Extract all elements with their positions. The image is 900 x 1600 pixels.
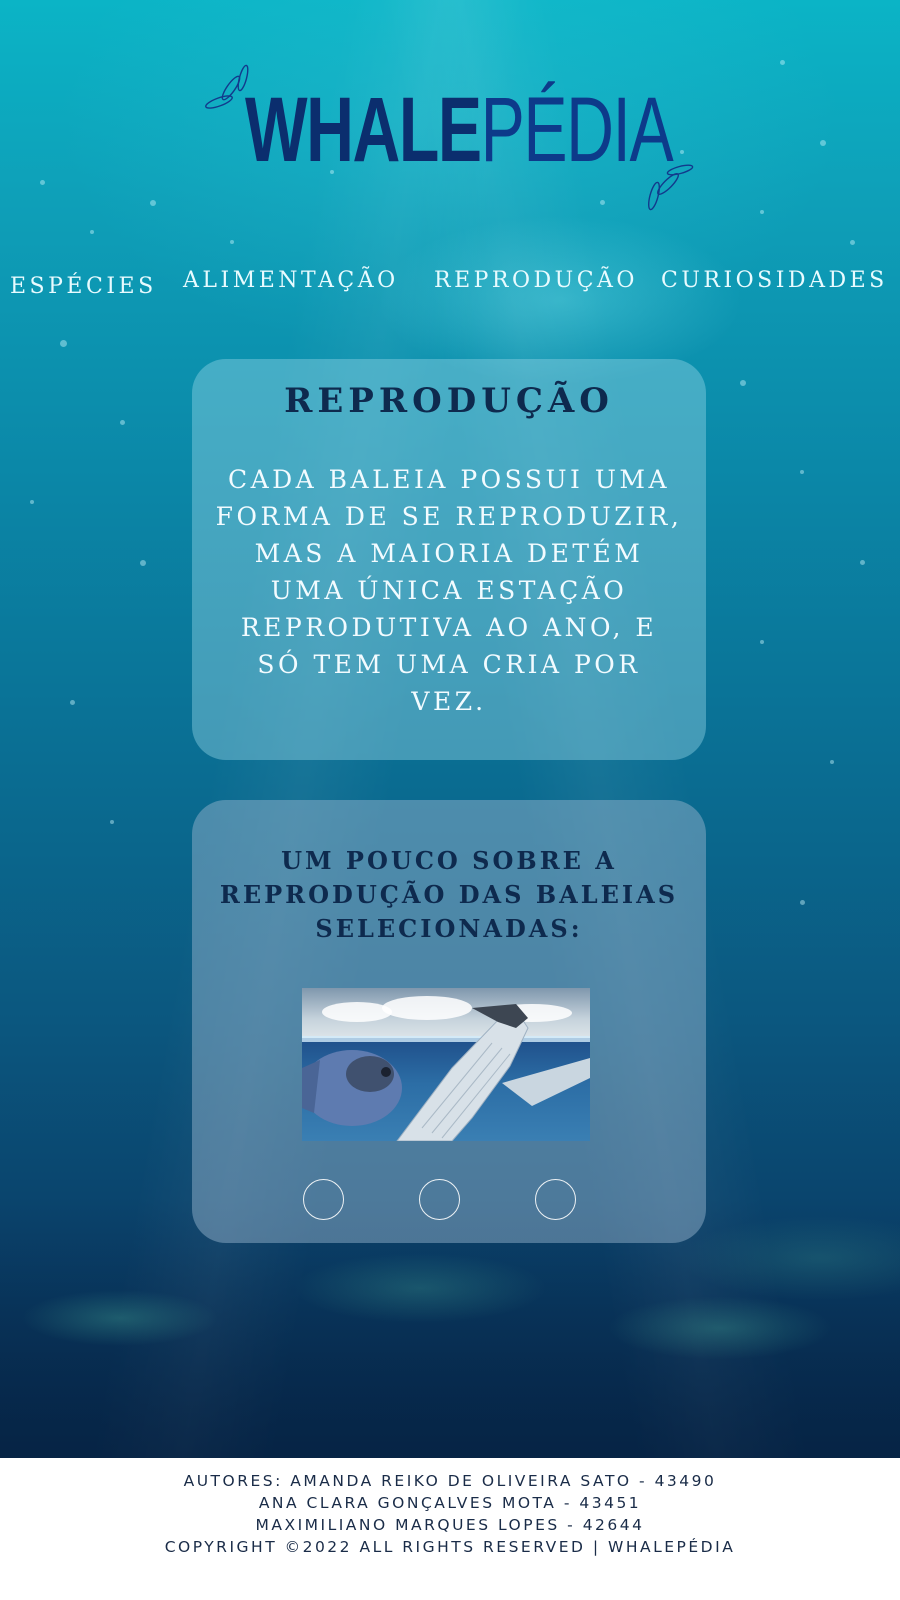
slideshow-image — [302, 988, 590, 1141]
slide-dot-3[interactable] — [535, 1179, 576, 1220]
whalepedia-logo[interactable]: WHALEPÉDIA — [205, 60, 695, 220]
intro-line: CADA BALEIA POSSUI UMA — [227, 465, 671, 494]
intro-line: SÓ TEM UMA CRIA POR — [257, 650, 641, 679]
main-nav: ESPÉCIES ALIMENTAÇÃO REPRODUÇÃO CURIOSID… — [0, 268, 900, 308]
subtitle-line: SELECIONADAS: — [315, 914, 583, 943]
intro-line: FORMA DE SE REPRODUZIR, — [215, 502, 683, 531]
nav-item-curiosidades[interactable]: CURIOSIDADES — [661, 268, 888, 293]
gallery-card: UM POUCO SOBRE A REPRODUÇÃO DAS BALEIAS … — [192, 800, 706, 1243]
footer: AUTORES: AMANDA REIKO DE OLIVEIRA SATO -… — [0, 1458, 900, 1600]
intro-line: MAS A MAIORIA DETÉM — [254, 539, 644, 568]
footer-copyright: COPYRIGHT ©2022 ALL RIGHTS RESERVED | WH… — [164, 1538, 736, 1556]
subtitle-line: REPRODUÇÃO DAS BALEIAS — [219, 880, 679, 909]
gallery-subtitle: UM POUCO SOBRE A REPRODUÇÃO DAS BALEIAS … — [212, 844, 686, 946]
logo-wordmark: WHALEPÉDIA — [245, 79, 674, 181]
nav-item-especies[interactable]: ESPÉCIES — [10, 274, 157, 299]
footer-authors: AUTORES: AMANDA REIKO DE OLIVEIRA SATO -… — [183, 1472, 717, 1490]
intro-line: REPRODUTIVA AO ANO, E — [240, 613, 658, 642]
page-title: REPRODUÇÃO — [284, 381, 614, 421]
subtitle-line: UM POUCO SOBRE A — [281, 846, 617, 875]
logo-whale: WHALE — [245, 79, 482, 181]
slide-dot-2[interactable] — [419, 1179, 460, 1220]
nav-item-alimentacao[interactable]: ALIMENTAÇÃO — [183, 268, 399, 293]
intro-line: VEZ. — [411, 687, 487, 716]
splash-right-icon — [648, 164, 694, 211]
whale-and-fish-icon — [302, 1004, 590, 1141]
intro-card: REPRODUÇÃO CADA BALEIA POSSUI UMA FORMA … — [192, 359, 706, 760]
intro-line: UMA ÚNICA ESTAÇÃO — [270, 576, 628, 605]
intro-text: CADA BALEIA POSSUI UMA FORMA DE SE REPRO… — [214, 461, 684, 720]
slide-dot-1[interactable] — [303, 1179, 344, 1220]
footer-author: MAXIMILIANO MARQUES LOPES - 42644 — [255, 1516, 645, 1534]
slideshow-dots — [192, 1179, 706, 1221]
footer-author: ANA CLARA GONÇALVES MOTA - 43451 — [258, 1494, 642, 1512]
nav-item-reproducao[interactable]: REPRODUÇÃO — [434, 268, 638, 293]
